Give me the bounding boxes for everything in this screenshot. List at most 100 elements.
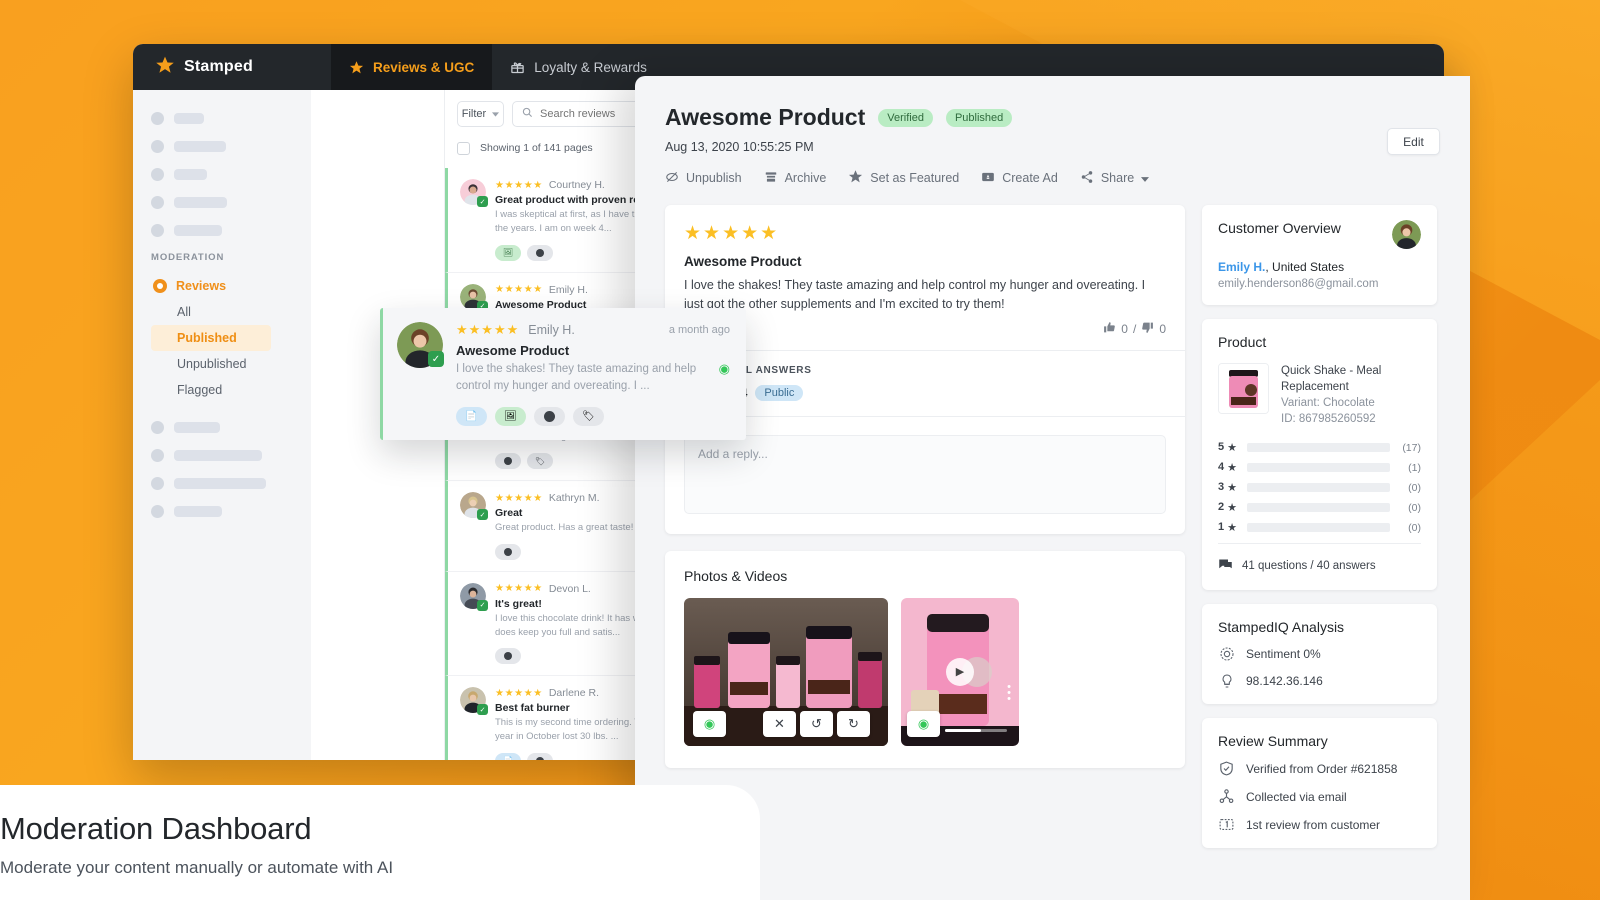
- rating-stars: ★★★★★: [495, 492, 543, 504]
- tag-icon[interactable]: 🏷: [527, 453, 553, 470]
- reviewer-name: Kathryn M.: [548, 492, 600, 505]
- sidebar-item-label: Reviews: [176, 279, 227, 293]
- status-dot-icon[interactable]: [527, 244, 553, 261]
- tag-icon[interactable]: 🏷: [573, 406, 604, 426]
- unpublish-button[interactable]: Unpublish: [665, 170, 742, 187]
- published-eye-icon[interactable]: ◉: [719, 361, 730, 377]
- ad-icon: [981, 170, 995, 187]
- review-detail-panel: Awesome Product Verified Published Aug 1…: [635, 76, 1470, 900]
- eye-icon[interactable]: ◉: [907, 710, 940, 737]
- status-badge-verified: Verified: [878, 108, 933, 127]
- sidebar-item-reviews[interactable]: Reviews: [151, 273, 311, 299]
- review-badges: 📄 🖼 🏷: [456, 406, 730, 426]
- avatar: ✓: [460, 687, 488, 716]
- reviewer-name: Devon L.: [548, 582, 591, 595]
- close-icon[interactable]: ✕: [763, 710, 796, 737]
- tab-label: Loyalty & Rewards: [534, 59, 647, 75]
- section-title: StampedIQ Analysis: [1218, 619, 1345, 636]
- photos-videos-card: Photos & Videos ◉ ✕ ↺ ↻ ▶ • • • ◉: [665, 550, 1185, 768]
- skeleton-bar: [174, 197, 227, 208]
- questions-answers-row: 41 questions / 40 answers: [1218, 543, 1421, 575]
- rating-count: (0): [1408, 501, 1421, 514]
- product-name: Quick Shake - Meal Replacement: [1281, 365, 1382, 394]
- share-button[interactable]: Share: [1080, 170, 1150, 187]
- ip-row: 98.142.36.146: [1218, 673, 1421, 689]
- reply-input[interactable]: Add a reply...: [684, 434, 1166, 514]
- verified-badge: ✓: [477, 196, 488, 207]
- star-icon: ★: [1227, 522, 1237, 535]
- review-video[interactable]: ▶ • • • ◉: [901, 597, 1019, 746]
- product-image: [1218, 363, 1269, 414]
- share-icon: [1080, 170, 1094, 187]
- collected-via-label: Collected via email: [1246, 789, 1347, 804]
- review-photo[interactable]: ◉ ✕ ↺ ↻: [684, 597, 888, 746]
- product-id: ID: 867985260592: [1281, 413, 1376, 426]
- review-text: I love the shakes! They taste amazing an…: [684, 278, 1146, 312]
- sidebar-item-flagged[interactable]: Flagged: [151, 377, 271, 403]
- rating-bar-track: [1247, 463, 1390, 473]
- document-icon[interactable]: 📄: [456, 406, 487, 426]
- rating-count: (0): [1408, 521, 1421, 534]
- thumbs-up-count: 0: [1121, 321, 1128, 336]
- set-as-featured-button[interactable]: Set as Featured: [848, 169, 959, 187]
- collected-via-row: Collected via email: [1218, 788, 1421, 805]
- skeleton-dot: [151, 224, 164, 237]
- sidebar-skeleton-item: [151, 224, 311, 237]
- rating-bar-track: [1247, 443, 1390, 453]
- avatar: ✓: [397, 322, 444, 368]
- customer-name-link[interactable]: Emily H.: [1218, 260, 1265, 274]
- skeleton-bar: [174, 113, 204, 124]
- edit-button[interactable]: Edit: [1387, 128, 1440, 155]
- brand-logo[interactable]: Stamped: [155, 55, 331, 80]
- review-date: Aug 13, 2020 10:55:25 PM: [665, 140, 814, 154]
- vote-row: 0 / 0: [684, 321, 1166, 337]
- filter-button[interactable]: Filter: [457, 101, 504, 127]
- section-title: Review Summary: [1218, 733, 1328, 750]
- status-dot-icon[interactable]: [495, 648, 521, 665]
- tab-reviews-ugc[interactable]: Reviews & UGC: [331, 44, 493, 90]
- verified-order-label: Verified from Order #621858: [1246, 761, 1398, 776]
- status-dot-icon[interactable]: [495, 543, 521, 560]
- image-icon[interactable]: 🖼: [495, 244, 521, 261]
- eye-slash-icon: [665, 170, 679, 187]
- document-icon[interactable]: 📄: [495, 752, 521, 760]
- rating-bar-row: 5 ★ (17): [1218, 441, 1421, 454]
- status-dot-icon[interactable]: [495, 453, 521, 470]
- sidebar-item-unpublished[interactable]: Unpublished: [151, 351, 271, 377]
- eye-icon[interactable]: ◉: [693, 710, 726, 737]
- image-icon[interactable]: 🖼: [495, 406, 526, 426]
- left-sidebar: MODERATION Reviews All Published Unpubli…: [133, 90, 311, 760]
- action-label: Unpublish: [686, 171, 742, 185]
- sidebar-item-published[interactable]: Published: [151, 325, 271, 351]
- create-ad-button[interactable]: Create Ad: [981, 170, 1058, 187]
- skeleton-dot: [151, 449, 164, 462]
- rotate-left-icon[interactable]: ↺: [800, 710, 833, 737]
- avatar: [1392, 220, 1421, 249]
- showing-label: Showing 1 of 141 pages: [480, 142, 593, 154]
- archive-icon: [764, 170, 778, 187]
- sidebar-skeleton-item: [151, 449, 311, 462]
- action-label: Create Ad: [1002, 171, 1058, 185]
- skeleton-bar: [174, 478, 266, 489]
- status-dot-icon[interactable]: [527, 752, 553, 760]
- sidebar-skeleton-item: [151, 421, 311, 434]
- rating-stars: ★★★★★: [495, 687, 543, 699]
- video-progress-bar[interactable]: [945, 728, 1007, 732]
- sidebar-item-all[interactable]: All: [151, 299, 271, 325]
- thumbs-up-icon[interactable]: [1103, 321, 1116, 337]
- brand-name: Stamped: [184, 58, 253, 75]
- section-title: Customer Overview: [1218, 220, 1341, 236]
- skeleton-bar: [174, 506, 222, 517]
- status-dot-icon[interactable]: [534, 406, 565, 426]
- review-hover-card[interactable]: ✓ ★★★★★ Emily H. a month ago Awesome Pro…: [380, 308, 746, 440]
- play-icon[interactable]: ▶: [946, 657, 974, 686]
- archive-button[interactable]: Archive: [764, 170, 826, 187]
- sentiment-icon: [1218, 646, 1235, 662]
- caption-subtitle: Moderate your content manually or automa…: [0, 858, 394, 877]
- select-all-checkbox[interactable]: [457, 141, 470, 155]
- thumbs-down-icon[interactable]: [1141, 321, 1154, 337]
- rotate-right-icon[interactable]: ↻: [837, 710, 870, 737]
- rating-star-label: 5: [1218, 441, 1225, 454]
- more-options-icon[interactable]: • • •: [1007, 681, 1011, 704]
- status-badge-published: Published: [945, 108, 1013, 127]
